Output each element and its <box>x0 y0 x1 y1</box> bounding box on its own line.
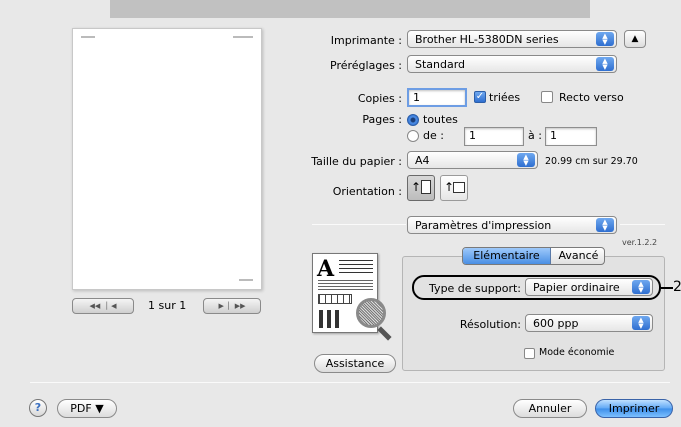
preview-footer <box>239 279 253 281</box>
copies-label: Copies : <box>357 92 402 105</box>
media-type-value: Papier ordinaire <box>533 281 620 294</box>
cancel-button[interactable]: Annuler <box>513 399 587 418</box>
printer-select[interactable]: Brother HL-5380DN series ▲ ▼ <box>407 30 617 48</box>
portrait-page-icon <box>421 180 431 194</box>
driver-version: ver.1.2.2 <box>622 238 658 247</box>
tab-basic-label: Elémentaire <box>473 249 540 262</box>
pages-range-radio[interactable] <box>407 130 419 142</box>
background-window-strip <box>110 0 590 18</box>
tab-advanced-label: Avancé <box>558 249 599 262</box>
eco-mode-checkbox[interactable] <box>524 348 535 359</box>
copies-input[interactable]: 1 <box>407 88 467 107</box>
text-lines-icon <box>339 260 373 274</box>
paper-size-label: Taille du papier : <box>311 155 402 168</box>
magnifier-handle-icon <box>377 326 392 341</box>
resolution-label: Résolution: <box>459 318 521 331</box>
collated-label: triées <box>489 91 521 104</box>
section-separator <box>312 224 406 225</box>
print-button[interactable]: Imprimer <box>595 399 673 418</box>
section-select[interactable]: Paramètres d'impression ▲ ▼ <box>407 216 617 234</box>
triangle-up-icon: ▲ <box>631 34 639 44</box>
orientation-label: Orientation : <box>332 185 402 198</box>
callout-line <box>661 287 673 289</box>
presets-label: Préréglages : <box>330 59 402 72</box>
duplex-checkbox[interactable] <box>541 91 553 103</box>
chevron-updown-icon: ▲ ▼ <box>596 32 614 46</box>
resolution-select[interactable]: 600 ppp ▲ ▼ <box>525 314 653 332</box>
grid-table-icon <box>318 294 352 304</box>
pages-to-input[interactable]: 1 <box>545 127 597 146</box>
callout-number: 2 <box>673 279 681 295</box>
pages-from-input[interactable]: 1 <box>464 127 524 146</box>
pages-label: Pages : <box>362 113 402 126</box>
assistance-button[interactable]: Assistance <box>314 354 396 373</box>
orientation-landscape-button[interactable]: ↑ <box>440 175 468 201</box>
pages-all-radio[interactable] <box>407 114 419 126</box>
printer-label: Imprimante : <box>330 34 402 47</box>
section-value: Paramètres d'impression <box>415 219 552 232</box>
help-button[interactable]: ? <box>29 399 47 417</box>
tab-advanced[interactable]: Avancé <box>552 248 604 264</box>
landscape-page-icon <box>453 182 465 193</box>
pages-all-label: toutes <box>423 113 458 126</box>
chevron-updown-icon: ▲ ▼ <box>596 57 614 71</box>
preview-first-prev-button[interactable]: ◀◀ │ ◀ <box>72 298 134 314</box>
section-separator-right <box>620 224 665 225</box>
portrait-icon: ↑ <box>411 180 422 194</box>
eco-mode-label: Mode économie <box>539 347 615 358</box>
big-a-glyph: A <box>317 256 335 282</box>
footer-separator <box>30 382 670 383</box>
presets-select[interactable]: Standard ▲ ▼ <box>407 55 617 73</box>
paper-size-select[interactable]: A4 ▲ ▼ <box>407 151 538 169</box>
pages-from-label: de : <box>423 129 444 142</box>
page-indicator: 1 sur 1 <box>148 299 187 312</box>
paper-dimensions: 20.99 cm sur 29.70 <box>545 156 638 167</box>
pages-to-label: à : <box>528 129 542 142</box>
chevron-updown-icon: ▲ ▼ <box>632 316 650 330</box>
preview-header-left <box>81 36 95 38</box>
duplex-label: Recto verso <box>559 91 624 104</box>
preview-header-right <box>233 36 253 38</box>
preview-next-last-button[interactable]: ▶ │ ▶▶ <box>203 298 261 314</box>
bar-chart-icon <box>319 310 349 328</box>
orientation-portrait-button[interactable]: ↑ <box>407 175 435 201</box>
chevron-updown-icon: ▲ ▼ <box>517 153 535 167</box>
disclosure-button[interactable]: ▲ <box>624 30 646 48</box>
tab-bar: Elémentaire Avancé <box>462 247 605 265</box>
media-type-select[interactable]: Papier ordinaire ▲ ▼ <box>525 278 653 296</box>
text-lines-icon-2 <box>318 280 373 290</box>
pdf-menu-button[interactable]: PDF ▼ <box>57 399 117 418</box>
media-type-label: Type de support: <box>429 282 521 295</box>
printer-value: Brother HL-5380DN series <box>415 33 559 46</box>
page-preview <box>72 28 262 290</box>
magnifier-icon <box>356 298 386 328</box>
help-icon: ? <box>34 401 42 414</box>
paper-size-value: A4 <box>415 154 430 167</box>
collated-checkbox[interactable]: ✓ <box>474 91 486 103</box>
chevron-updown-icon: ▲ ▼ <box>596 218 614 232</box>
resolution-value: 600 ppp <box>533 317 579 330</box>
presets-value: Standard <box>415 58 466 71</box>
tab-basic[interactable]: Elémentaire <box>463 248 551 264</box>
chevron-updown-icon: ▲ ▼ <box>632 280 650 294</box>
